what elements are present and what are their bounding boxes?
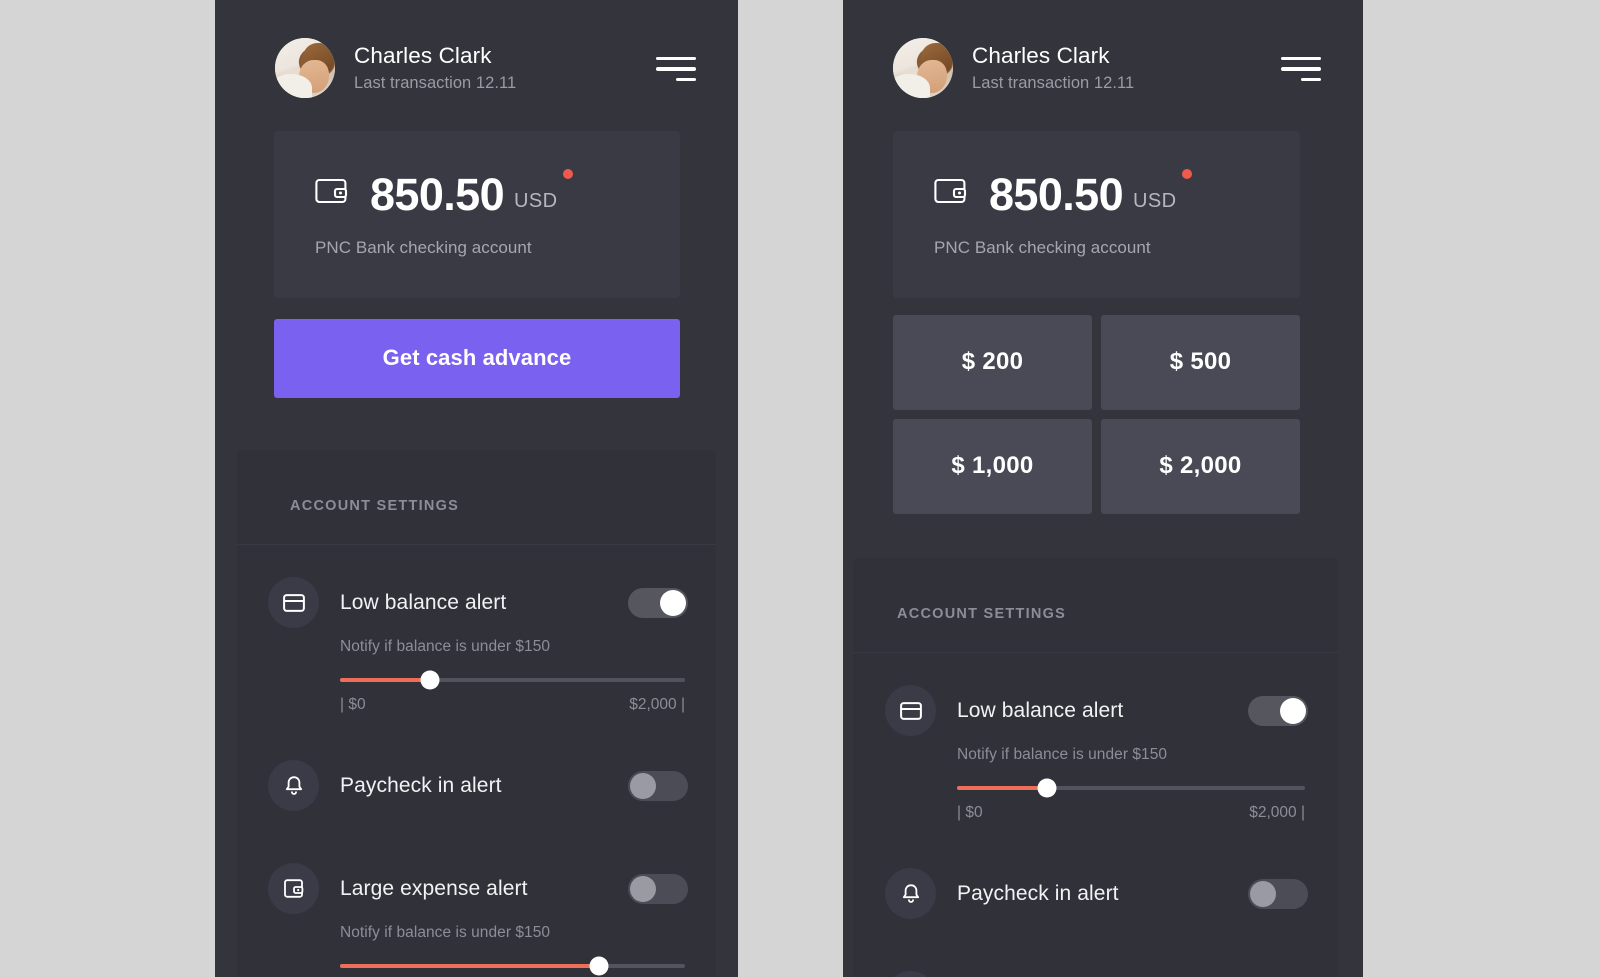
account-settings-card: ACCOUNT SETTINGS Low balance alert Notif…: [237, 450, 716, 977]
slider-min-label: | $0: [957, 804, 983, 821]
header-text-block: Charles Clark Last transaction 12.11: [972, 43, 1279, 93]
amount-option-button[interactable]: $ 200: [893, 315, 1092, 410]
slider-scale: | $0 $2,000 |: [340, 696, 685, 714]
slider-track[interactable]: [340, 670, 685, 690]
account-settings-title: ACCOUNT SETTINGS: [853, 558, 1338, 653]
setting-row[interactable]: Paycheck in alert: [853, 826, 1338, 923]
slider-scale: | $0 $2,000 |: [957, 804, 1305, 822]
wallet-icon: [315, 177, 349, 210]
slider-max-label: $2,000 |: [629, 696, 685, 713]
setting-toggle[interactable]: [1248, 695, 1308, 726]
avatar[interactable]: [893, 38, 953, 98]
setting-description: Notify if balance is under $150: [340, 638, 551, 655]
setting-row[interactable]: Large expense alert: [853, 923, 1338, 977]
setting-label: Low balance alert: [957, 698, 1124, 722]
wallet-icon: [934, 177, 968, 210]
wallet-small-icon: [268, 863, 319, 914]
setting-label: Paycheck in alert: [957, 881, 1119, 905]
slider-thumb[interactable]: [589, 956, 609, 976]
phone-screen-left: Charles Clark Last transaction 12.11 850…: [215, 0, 738, 977]
slider-fill: [340, 678, 430, 682]
setting-label: Large expense alert: [340, 876, 528, 900]
threshold-slider[interactable]: | $0 $2,000 |: [957, 778, 1305, 822]
setting-label: Paycheck in alert: [340, 773, 502, 797]
bell-icon: [885, 868, 936, 919]
balance-currency: USD: [1133, 190, 1177, 212]
slider-min-label: | $0: [340, 696, 366, 713]
account-settings-title: ACCOUNT SETTINGS: [237, 450, 716, 545]
amount-options-grid: $ 200 $ 500 $ 1,000 $ 2,000: [893, 315, 1300, 514]
threshold-slider[interactable]: | $0 $2,000 |: [340, 956, 685, 977]
balance-card: 850.50 USD PNC Bank checking account: [893, 131, 1300, 298]
card-icon: [268, 577, 319, 628]
slider-track[interactable]: [340, 956, 685, 976]
threshold-slider[interactable]: | $0 $2,000 |: [340, 670, 685, 714]
alert-dot-indicator: [563, 169, 574, 179]
balance-card: 850.50 USD PNC Bank checking account: [274, 131, 680, 298]
last-transaction-label: Last transaction 12.11: [354, 73, 517, 92]
slider-track[interactable]: [957, 778, 1305, 798]
bell-icon: [268, 760, 319, 811]
balance-amount: 850.50: [989, 169, 1124, 220]
amount-option-button[interactable]: $ 1,000: [893, 419, 1092, 514]
setting-row[interactable]: Low balance alert Notify if balance is u…: [237, 545, 716, 718]
wallet-small-icon: [885, 971, 936, 977]
amount-option-button[interactable]: $ 2,000: [1101, 419, 1300, 514]
get-cash-advance-button[interactable]: Get cash advance: [274, 319, 680, 398]
alert-dot-indicator: [1182, 169, 1193, 179]
setting-row[interactable]: Paycheck in alert: [237, 718, 716, 815]
balance-currency: USD: [514, 190, 558, 212]
app-header: Charles Clark Last transaction 12.11: [215, 0, 738, 98]
screenshot-stage: Charles Clark Last transaction 12.11 850…: [0, 0, 1600, 977]
header-text-block: Charles Clark Last transaction 12.11: [354, 43, 654, 93]
user-name: Charles Clark: [972, 43, 1110, 69]
hamburger-menu-icon[interactable]: [654, 55, 696, 82]
phone-screen-right: Charles Clark Last transaction 12.11 850…: [843, 0, 1363, 977]
slider-max-label: $2,000 |: [1249, 804, 1305, 821]
setting-toggle[interactable]: [628, 873, 688, 904]
slider-fill: [957, 786, 1048, 790]
account-settings-card: ACCOUNT SETTINGS Low balance alert Notif…: [853, 558, 1338, 977]
setting-label: Low balance alert: [340, 590, 507, 614]
setting-toggle[interactable]: [1248, 878, 1308, 909]
hamburger-menu-icon[interactable]: [1279, 55, 1321, 82]
avatar[interactable]: [275, 38, 335, 98]
card-icon: [885, 685, 936, 736]
balance-row: 850.50 USD: [893, 169, 1300, 217]
setting-row[interactable]: Large expense alert Notify if balance is…: [237, 815, 716, 977]
app-header: Charles Clark Last transaction 12.11: [843, 0, 1363, 98]
setting-toggle[interactable]: [628, 770, 688, 801]
slider-thumb[interactable]: [420, 670, 440, 690]
amount-option-button[interactable]: $ 500: [1101, 315, 1300, 410]
account-name-label: PNC Bank checking account: [934, 238, 1151, 257]
balance-row: 850.50 USD: [274, 169, 680, 217]
setting-toggle[interactable]: [628, 587, 688, 618]
user-name: Charles Clark: [354, 43, 492, 69]
account-name-label: PNC Bank checking account: [315, 238, 532, 257]
setting-description: Notify if balance is under $150: [957, 746, 1168, 763]
slider-fill: [340, 964, 599, 968]
last-transaction-label: Last transaction 12.11: [972, 73, 1135, 92]
balance-amount: 850.50: [370, 169, 505, 220]
slider-thumb[interactable]: [1037, 778, 1057, 798]
setting-row[interactable]: Low balance alert Notify if balance is u…: [853, 653, 1338, 826]
setting-description: Notify if balance is under $150: [340, 924, 551, 941]
